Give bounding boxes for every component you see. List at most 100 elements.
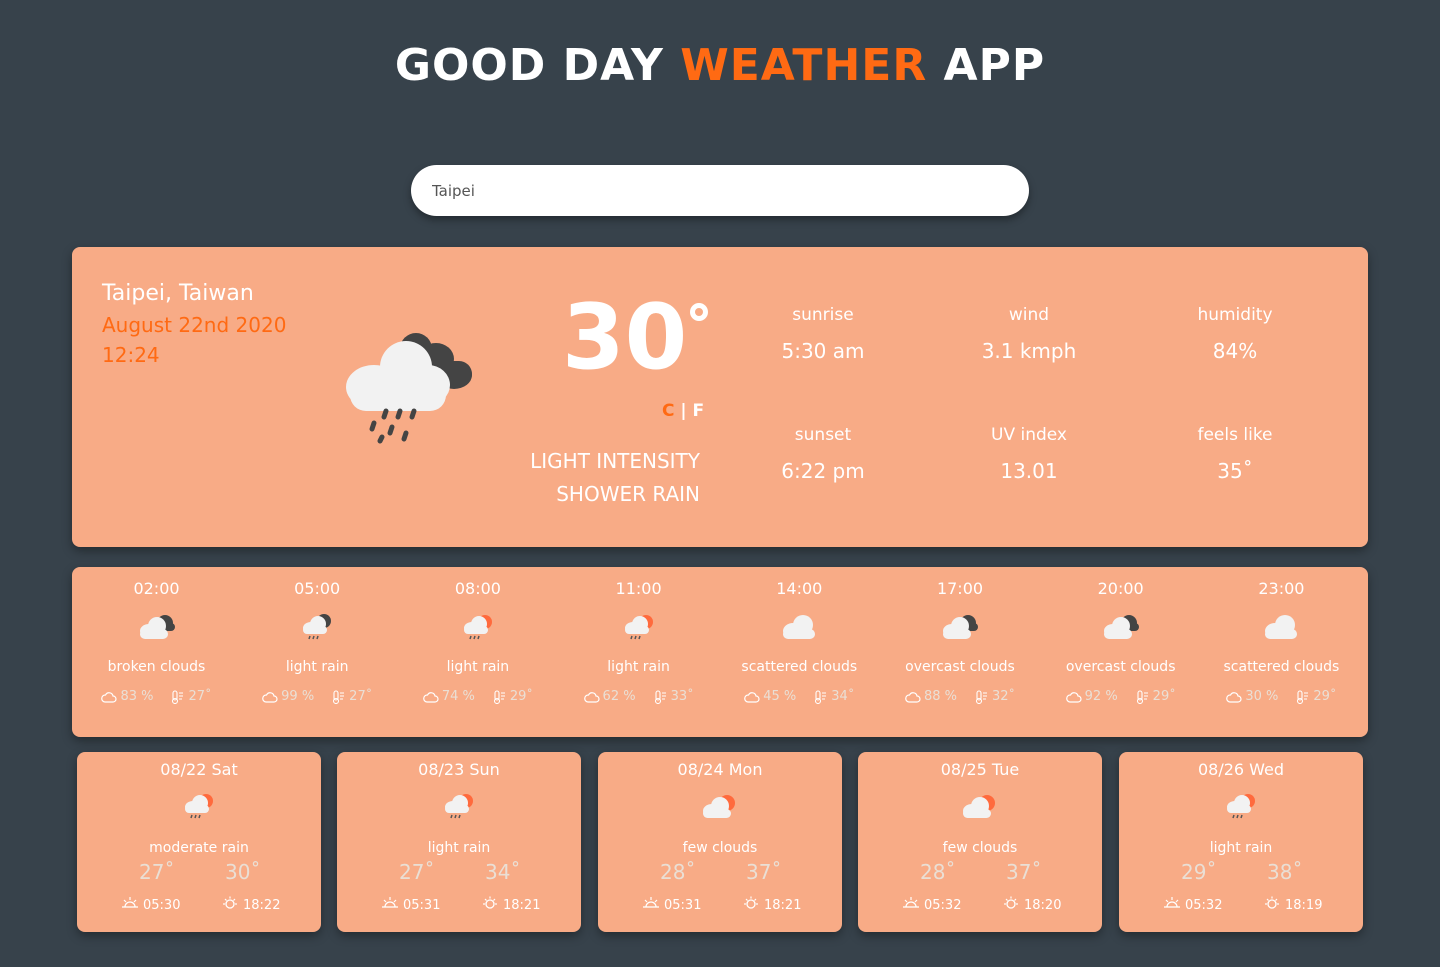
sunrise-icon	[381, 896, 399, 914]
cloud-icon	[905, 691, 921, 703]
thermometer-icon	[654, 689, 668, 704]
sunset-icon	[1002, 896, 1020, 914]
hour-time: 17:00	[936, 579, 984, 598]
rain-cloud-icon	[344, 327, 474, 451]
app-title: GOOD DAY WEATHER APP	[0, 40, 1440, 91]
thermometer-icon	[171, 689, 185, 704]
day-sunset: 18:21	[742, 896, 801, 914]
day-sunset: 18:19	[1263, 896, 1322, 914]
cloudiness: 83 %	[101, 689, 153, 704]
hour-temp: 29˚	[493, 689, 533, 704]
day-date: 08/23 Sun	[418, 760, 500, 779]
sunset-icon	[481, 896, 499, 914]
day-description: light rain	[427, 840, 491, 856]
daily-card: 08/22 Sat moderate rain 27˚ 30˚ 05:30 18…	[77, 752, 321, 932]
hour-temp-value: 33˚	[670, 689, 694, 704]
sunset-time: 18:21	[503, 897, 541, 913]
hourly-item: 14:00 scattered clouds 45 % 34˚	[719, 567, 880, 737]
stat-uv-index: UV index 13.01	[949, 425, 1109, 483]
hour-meta: 99 % 27˚	[237, 689, 398, 704]
weather-description: light intensity shower rain	[530, 449, 700, 506]
day-min-temp: 27˚	[139, 860, 175, 884]
daily-card: 08/24 Mon few clouds 28˚ 37˚ 05:31 18:21	[598, 752, 842, 932]
cloud-icon	[422, 691, 439, 703]
thermometer-icon	[975, 689, 989, 704]
cloud-icon	[583, 691, 600, 703]
sunset-time: 18:20	[1024, 897, 1062, 913]
thermometer-icon	[493, 689, 507, 704]
hour-time: 02:00	[133, 579, 180, 598]
hour-description: overcast clouds	[1065, 659, 1176, 675]
hour-description: light rain	[285, 659, 349, 675]
day-sunrise: 05:32	[902, 896, 961, 914]
sunrise-time: 05:31	[403, 897, 441, 913]
hourly-item: 02:00 broken clouds 83 % 27˚	[76, 567, 237, 737]
search-input[interactable]	[411, 165, 1029, 216]
hour-temp: 34˚	[814, 689, 854, 704]
thermometer-icon	[332, 689, 346, 704]
thermometer-icon	[1136, 689, 1150, 704]
unit-toggle[interactable]: C | F	[662, 401, 704, 421]
hour-meta: 92 % 29˚	[1040, 689, 1201, 704]
daily-card: 08/25 Tue few clouds 28˚ 37˚ 05:32 18:20	[858, 752, 1102, 932]
thermometer-icon	[1296, 689, 1310, 704]
current-time: 12:24	[102, 343, 160, 367]
hourly-item: 05:00 light rain 99 % 27˚	[237, 567, 398, 737]
title-part3: APP	[943, 40, 1046, 91]
sun-rain-icon	[458, 613, 498, 647]
hour-temp-value: 34˚	[831, 689, 855, 704]
day-description: few clouds	[942, 840, 1018, 856]
hour-temp-value: 27˚	[188, 689, 212, 704]
hour-meta: 30 % 29˚	[1201, 689, 1362, 704]
hour-meta: 62 % 33˚	[558, 689, 719, 704]
day-sunrise: 05:30	[121, 896, 180, 914]
hour-time: 23:00	[1258, 579, 1305, 598]
sun-rain-icon	[439, 792, 479, 826]
cloudiness: 62 %	[583, 689, 636, 704]
unit-celsius[interactable]: C	[662, 401, 674, 421]
hour-temp: 33˚	[654, 689, 694, 704]
hourly-forecast-card: 02:00 broken clouds 83 % 27˚ 05:00 light…	[72, 567, 1368, 737]
stat-sunrise: sunrise 5:30 am	[743, 305, 903, 363]
thermometer-icon	[814, 689, 828, 704]
day-min-temp: 29˚	[1181, 860, 1217, 884]
day-max-temp: 30˚	[225, 860, 261, 884]
stat-value: 3.1 kmph	[981, 339, 1077, 363]
day-date: 08/26 Wed	[1197, 760, 1285, 779]
day-min-temp: 28˚	[920, 860, 956, 884]
hour-description: scattered clouds	[1223, 659, 1340, 675]
sunset-icon	[1263, 896, 1281, 914]
hour-description: light rain	[446, 659, 510, 675]
day-max-temp: 38˚	[1267, 860, 1303, 884]
degree-symbol	[690, 303, 708, 321]
current-temperature: 30	[562, 285, 688, 390]
sunset-time: 18:22	[243, 897, 281, 913]
hour-description: broken clouds	[107, 659, 206, 675]
stat-label: humidity	[1197, 305, 1273, 325]
hour-temp: 27˚	[171, 689, 212, 704]
night-cloud-icon	[1101, 613, 1141, 647]
hour-time: 14:00	[776, 579, 823, 598]
cloudiness-value: 62 %	[602, 689, 636, 704]
cloudiness: 45 %	[744, 689, 796, 704]
hour-meta: 83 % 27˚	[76, 689, 237, 704]
hourly-item: 17:00 overcast clouds 88 % 32˚	[880, 567, 1041, 737]
current-weather-card: Taipei, Taiwan August 22nd 2020 12:24 30	[72, 247, 1368, 547]
hour-temp: 29˚	[1296, 689, 1336, 704]
hour-temp-value: 27˚	[349, 689, 373, 704]
cloud-icon	[262, 691, 278, 703]
day-min-temp: 27˚	[399, 860, 435, 884]
stat-label: feels like	[1197, 425, 1273, 445]
hour-temp-value: 29˚	[509, 689, 533, 704]
cloudiness-value: 74 %	[441, 689, 475, 704]
stat-value: 13.01	[1000, 459, 1058, 483]
unit-fahrenheit[interactable]: F	[693, 401, 705, 421]
hour-time: 08:00	[454, 579, 501, 598]
hour-temp: 29˚	[1136, 689, 1176, 704]
sunset-icon	[742, 896, 760, 914]
cloud-icon	[779, 613, 819, 647]
day-date: 08/25 Tue	[940, 760, 1020, 779]
stat-label: sunset	[794, 425, 852, 445]
sunrise-icon	[642, 896, 660, 914]
stat-value: 35˚	[1217, 459, 1253, 483]
